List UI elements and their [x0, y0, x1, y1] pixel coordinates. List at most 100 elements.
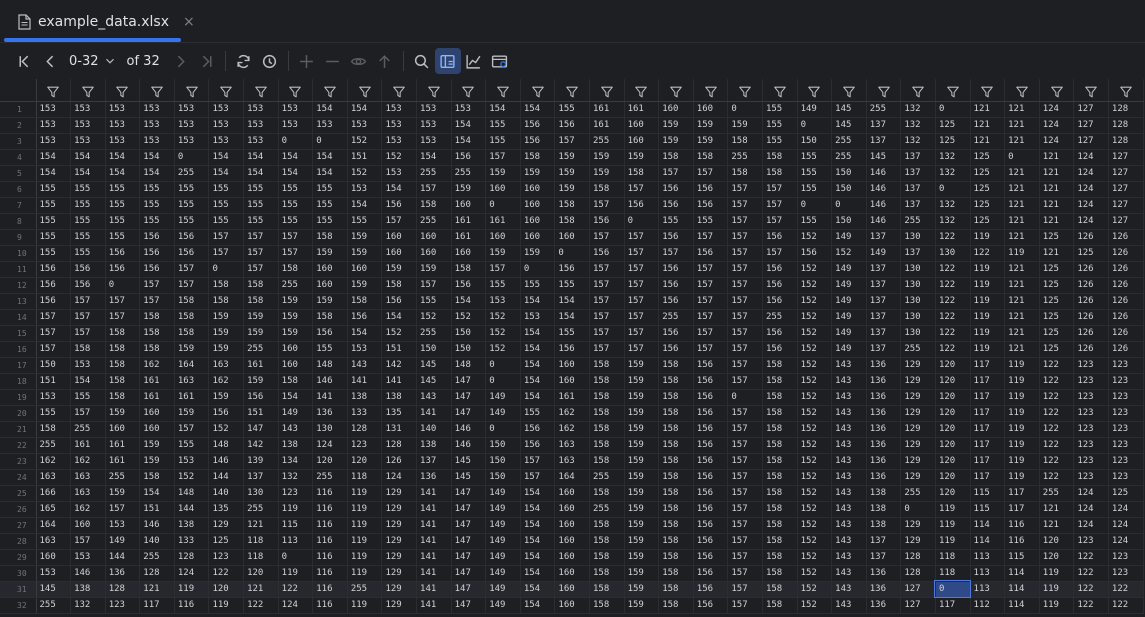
filter-icon[interactable] [531, 84, 545, 98]
table-cell[interactable]: 157 [589, 261, 625, 278]
table-cell[interactable]: 150 [485, 469, 521, 486]
table-cell[interactable]: 119 [174, 581, 210, 598]
table-cell[interactable]: 141 [416, 549, 452, 566]
table-cell[interactable]: 154 [520, 517, 556, 534]
table-cell[interactable]: 158 [589, 437, 625, 454]
table-cell[interactable]: 153 [105, 517, 141, 534]
table-cell[interactable]: 159 [624, 453, 660, 470]
table-cell[interactable]: 155 [416, 293, 452, 310]
table-cell[interactable]: 157 [727, 581, 763, 598]
table-cell[interactable]: 155 [554, 101, 590, 118]
table-cell[interactable]: 155 [36, 213, 72, 230]
table-cell[interactable]: 153 [105, 117, 141, 134]
table-cell[interactable]: 121 [1039, 245, 1075, 262]
table-cell[interactable]: 150 [485, 453, 521, 470]
table-row[interactable]: 2 153 153 153 153 153 153 153 153 153 153 153 153 154… [0, 117, 1144, 134]
table-cell[interactable]: 141 [381, 373, 418, 390]
table-row[interactable]: 21 158 255 160 160 157 152 147 143 130 128 131 140 14… [0, 421, 1144, 438]
table-cell[interactable]: 127 [1073, 117, 1109, 134]
table-cell[interactable]: 155 [243, 197, 279, 214]
table-cell[interactable]: 157 [105, 501, 141, 518]
table-cell[interactable]: 156 [693, 565, 729, 582]
table-row[interactable]: 32 255 132 123 117 116 119 122 124 116 119 129 141 14… [0, 597, 1144, 614]
table-cell[interactable]: 120 [312, 453, 348, 470]
table-cell[interactable]: 149 [831, 229, 867, 246]
table-cell[interactable]: 123 [1108, 437, 1144, 454]
table-cell[interactable]: 158 [347, 293, 383, 310]
table-cell[interactable]: 147 [451, 485, 487, 502]
table-cell[interactable]: 255 [36, 437, 72, 454]
table-cell[interactable]: 157 [70, 533, 106, 550]
table-cell[interactable]: 137 [900, 165, 936, 182]
table-cell[interactable]: 122 [1073, 565, 1109, 582]
table-cell[interactable]: 119 [970, 341, 1006, 358]
table-cell[interactable]: 156 [693, 597, 729, 614]
table-cell[interactable]: 136 [866, 389, 902, 406]
table-cell[interactable]: 146 [70, 565, 106, 582]
table-cell[interactable]: 123 [1108, 549, 1144, 566]
table-cell[interactable]: 152 [797, 485, 833, 502]
filter-icon[interactable] [461, 84, 475, 98]
filter-icon[interactable] [81, 84, 95, 98]
table-cell[interactable]: 127 [1108, 149, 1144, 166]
view-mode-button[interactable] [434, 48, 461, 74]
table-cell[interactable]: 145 [451, 453, 487, 470]
table-cell[interactable]: 118 [243, 533, 279, 550]
table-cell[interactable]: 158 [589, 533, 625, 550]
table-cell[interactable]: 159 [624, 549, 660, 566]
table-cell[interactable]: 157 [762, 245, 798, 262]
table-cell[interactable]: 159 [243, 325, 279, 342]
table-cell[interactable]: 159 [312, 245, 348, 262]
table-cell[interactable]: 154 [520, 101, 556, 118]
table-cell[interactable]: 158 [658, 565, 694, 582]
table-row[interactable]: 10 155 155 156 156 156 157 157 157 159 159 160 160 16… [0, 245, 1144, 262]
table-cell[interactable]: 133 [174, 533, 210, 550]
table-cell[interactable]: 156 [139, 261, 175, 278]
table-row[interactable]: 30 153 146 136 128 124 122 120 119 116 119 129 141 14… [0, 565, 1144, 582]
table-cell[interactable]: 158 [762, 373, 798, 390]
table-cell[interactable]: 160 [312, 277, 348, 294]
table-cell[interactable]: 155 [36, 245, 72, 262]
table-cell[interactable]: 125 [1073, 245, 1109, 262]
table-cell[interactable]: 155 [554, 277, 590, 294]
table-cell[interactable]: 157 [624, 325, 660, 342]
table-cell[interactable]: 124 [1039, 101, 1075, 118]
table-cell[interactable]: 159 [624, 149, 660, 166]
table-cell[interactable]: 156 [347, 309, 383, 326]
table-cell[interactable]: 157 [727, 261, 763, 278]
table-cell[interactable]: 158 [762, 469, 798, 486]
table-cell[interactable]: 255 [866, 101, 902, 118]
table-cell[interactable]: 154 [520, 373, 556, 390]
table-cell[interactable]: 152 [174, 469, 210, 486]
table-cell[interactable]: 124 [1108, 517, 1144, 534]
table-cell[interactable]: 255 [278, 277, 314, 294]
table-cell[interactable]: 123 [1073, 389, 1109, 406]
table-cell[interactable]: 159 [624, 357, 660, 374]
refresh-button[interactable] [231, 48, 257, 74]
table-cell[interactable]: 157 [693, 325, 729, 342]
table-cell[interactable]: 137 [866, 293, 902, 310]
table-cell[interactable]: 157 [554, 133, 590, 150]
table-cell[interactable]: 157 [174, 421, 210, 438]
table-cell[interactable]: 157 [727, 213, 763, 230]
table-cell[interactable]: 155 [70, 245, 106, 262]
table-cell[interactable]: 137 [866, 229, 902, 246]
table-cell[interactable]: 154 [36, 149, 72, 166]
table-cell[interactable]: 146 [866, 165, 902, 182]
table-cell[interactable]: 145 [831, 101, 867, 118]
filter-icon[interactable] [288, 84, 302, 98]
table-cell[interactable]: 159 [624, 581, 660, 598]
table-cell[interactable]: 154 [70, 165, 106, 182]
table-cell[interactable]: 153 [36, 133, 72, 150]
table-cell[interactable]: 137 [866, 261, 902, 278]
table-cell[interactable]: 157 [727, 597, 763, 614]
table-cell[interactable]: 152 [797, 277, 833, 294]
table-cell[interactable]: 124 [1108, 501, 1144, 518]
table-cell[interactable]: 116 [312, 565, 348, 582]
table-cell[interactable]: 147 [451, 405, 487, 422]
table-cell[interactable]: 154 [381, 181, 418, 198]
table-cell[interactable]: 154 [520, 597, 556, 614]
table-cell[interactable]: 141 [416, 565, 452, 582]
table-cell[interactable]: 135 [381, 405, 418, 422]
table-cell[interactable]: 149 [831, 293, 867, 310]
